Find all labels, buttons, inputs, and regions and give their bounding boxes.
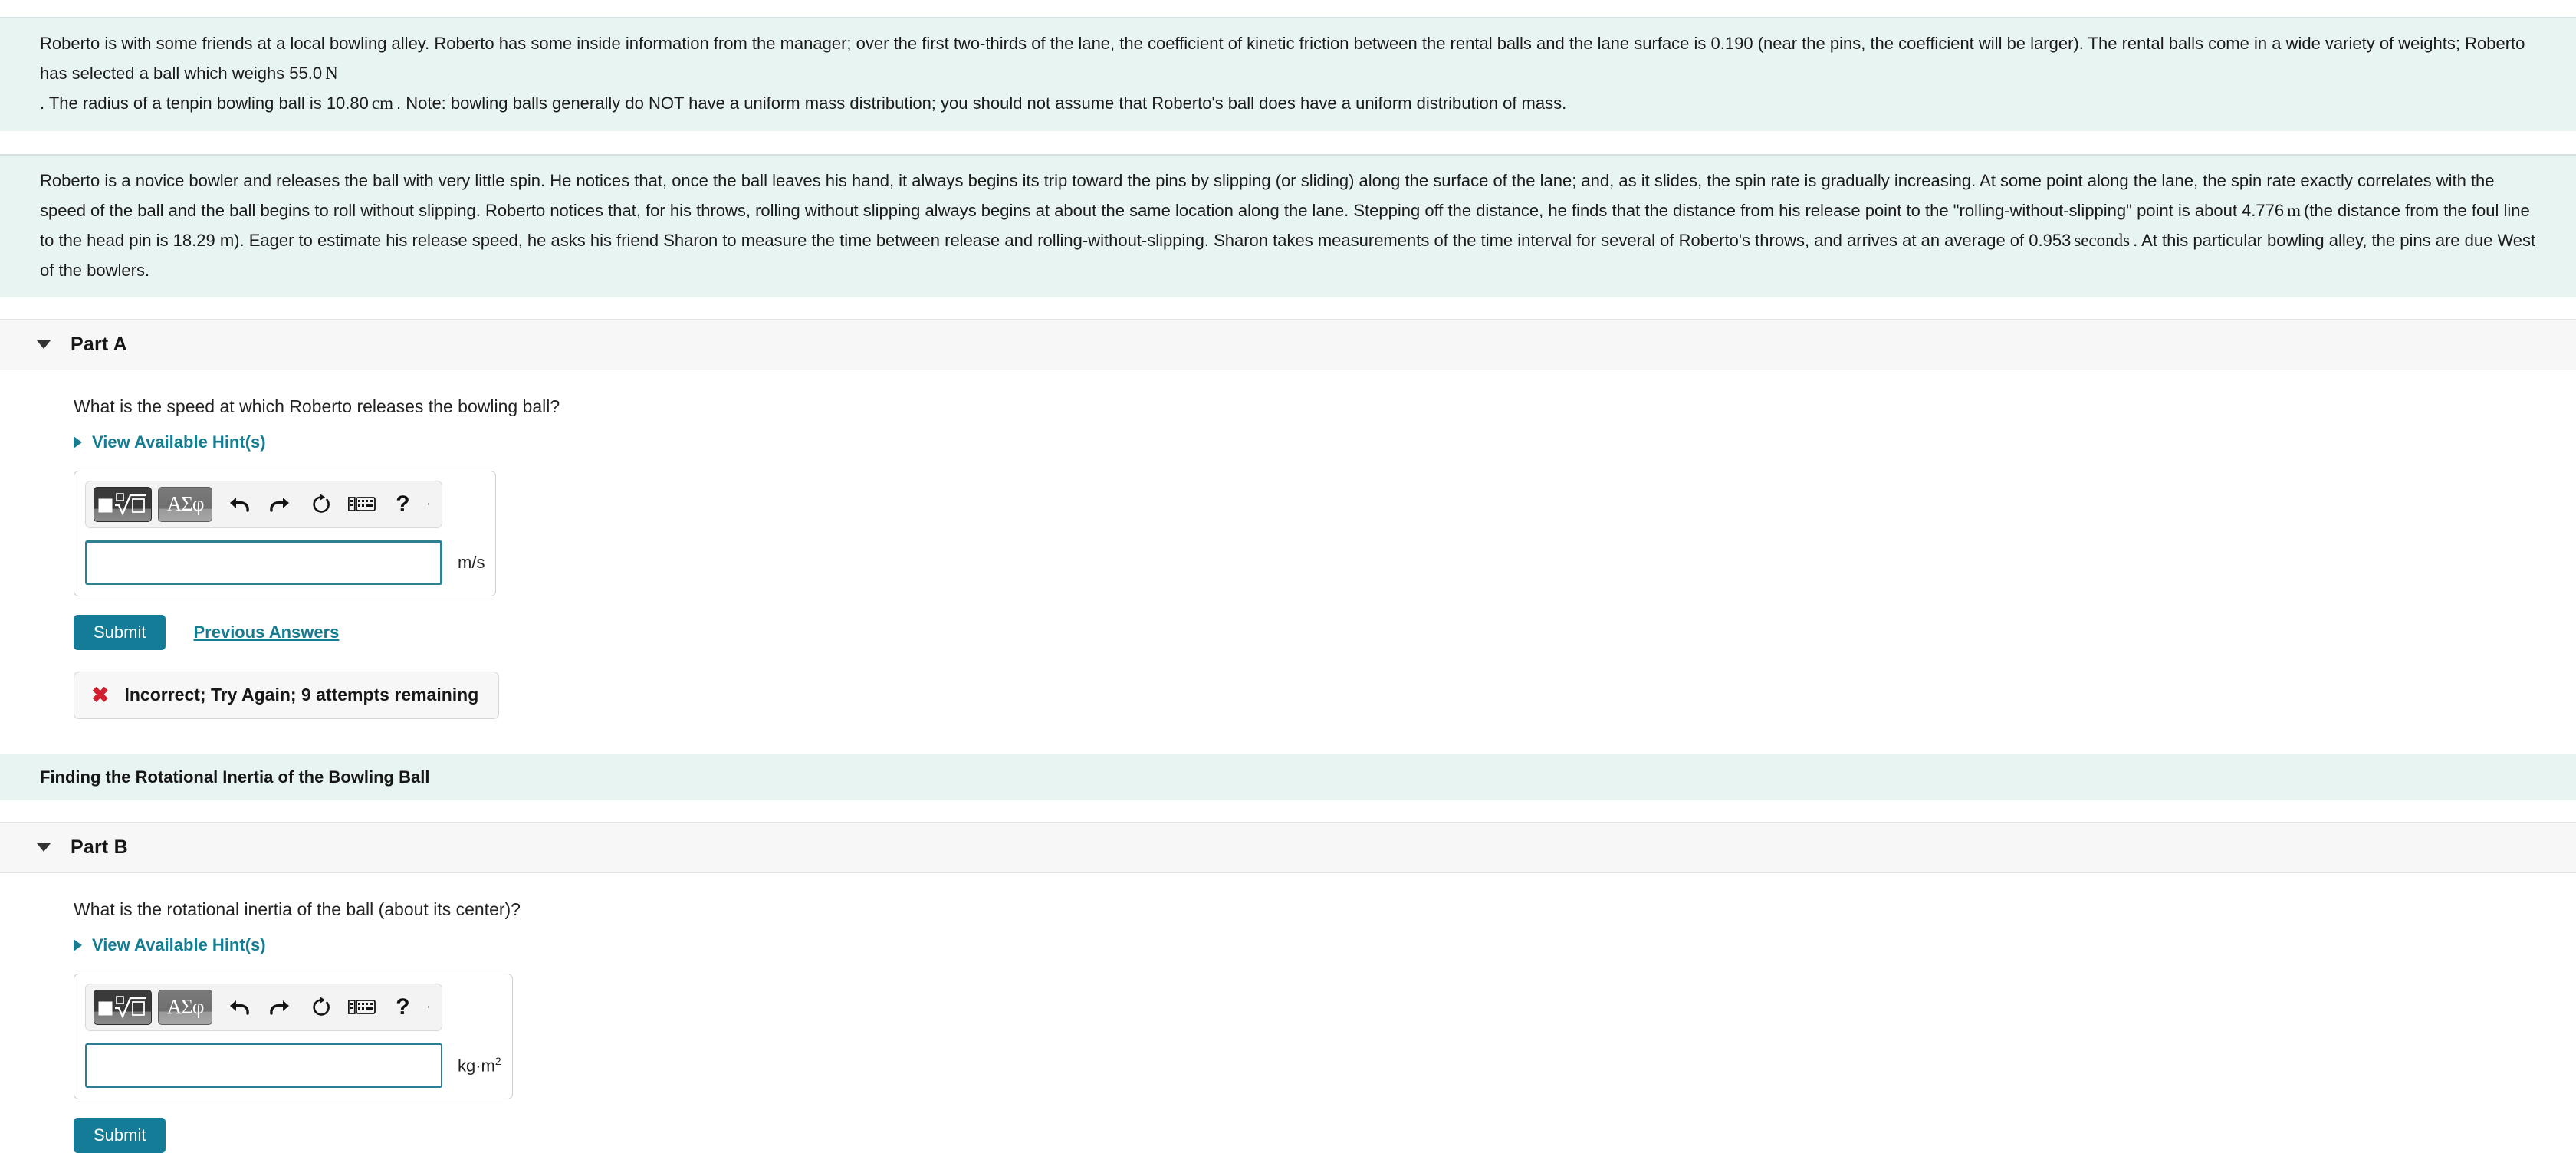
part-b-title: Part B	[71, 836, 128, 858]
undo-arrow-icon[interactable]	[219, 989, 259, 1026]
template-sqrt-icon[interactable]	[94, 989, 152, 1025]
weight-unit-newton: N	[325, 63, 338, 83]
keyboard-icon[interactable]	[341, 486, 382, 523]
greek-letters-label: ΑΣφ	[166, 995, 205, 1019]
part-a-feedback-text: Incorrect; Try Again; 9 attempts remaini…	[124, 685, 479, 705]
undo-arrow-icon[interactable]	[219, 486, 259, 523]
radius-unit-cm: cm	[371, 94, 393, 113]
toolbar-more-icon[interactable]: ·	[423, 495, 434, 513]
greek-letters-button[interactable]: ΑΣφ	[158, 486, 213, 522]
reset-circular-arrow-icon[interactable]	[301, 486, 341, 523]
part-b-question: What is the rotational inertia of the ba…	[74, 898, 521, 919]
chevron-right-icon[interactable]	[74, 435, 82, 448]
part-a-unit-label: m/s	[458, 552, 485, 572]
part-b-header[interactable]: Part B	[0, 821, 2576, 873]
template-sqrt-icon[interactable]	[94, 486, 152, 522]
distance-unit-m: m	[2287, 200, 2301, 220]
problem-paragraph-1-text-a: Roberto is with some friends at a local …	[40, 34, 2525, 83]
problem-paragraph-2-text-a: Roberto is a novice bowler and releases …	[40, 170, 2495, 220]
reset-circular-arrow-icon[interactable]	[301, 989, 341, 1026]
problem-paragraph-1-text-c: . Note: bowling balls generally do NOT h…	[396, 94, 1567, 113]
part-b-hints-link[interactable]: View Available Hint(s)	[92, 935, 266, 955]
chevron-down-icon[interactable]	[37, 843, 51, 852]
section-banner-rotational-inertia: Finding the Rotational Inertia of the Bo…	[0, 754, 2576, 800]
part-a-hints-row[interactable]: View Available Hint(s)	[74, 432, 2576, 452]
part-a-math-toolbar: ΑΣφ ? ·	[85, 480, 442, 528]
part-b-submit-button[interactable]: Submit	[74, 1117, 166, 1153]
part-a-input-row: m/s	[85, 540, 485, 585]
greek-letters-label: ΑΣφ	[166, 492, 205, 516]
part-a-title: Part A	[71, 333, 127, 355]
redo-arrow-icon[interactable]	[260, 989, 301, 1026]
time-unit-seconds: seconds	[2074, 231, 2131, 251]
part-b-answer-box: ΑΣφ ? · kg·m2	[74, 973, 513, 1099]
part-b-unit-label: kg·m2	[458, 1055, 501, 1076]
part-b-math-toolbar: ΑΣφ ? ·	[85, 983, 442, 1031]
part-b-button-row: Submit	[74, 1117, 2576, 1153]
part-a-hints-link[interactable]: View Available Hint(s)	[92, 432, 266, 452]
part-b-hints-row[interactable]: View Available Hint(s)	[74, 935, 2576, 955]
problem-statement-1: Roberto is with some friends at a local …	[0, 17, 2576, 131]
x-mark-icon: ✖	[91, 682, 110, 707]
part-a-question: What is the speed at which Roberto relea…	[74, 396, 560, 416]
part-a-header[interactable]: Part A	[0, 318, 2576, 370]
help-question-mark-icon[interactable]: ?	[383, 989, 423, 1026]
keyboard-icon[interactable]	[341, 989, 382, 1026]
toolbar-more-icon[interactable]: ·	[423, 998, 434, 1016]
part-a-submit-button[interactable]: Submit	[74, 614, 166, 650]
part-a-answer-box: ΑΣφ ? · m/s	[74, 470, 497, 596]
problem-paragraph-1-text-b: . The radius of a tenpin bowling ball is…	[40, 94, 369, 113]
part-b-unit-base: kg·m	[458, 1056, 495, 1076]
part-a-previous-answers-link[interactable]: Previous Answers	[193, 622, 339, 642]
part-b-input-row: kg·m2	[85, 1043, 501, 1088]
redo-arrow-icon[interactable]	[260, 486, 301, 523]
part-a-answer-input[interactable]	[85, 540, 442, 585]
chevron-right-icon[interactable]	[74, 938, 82, 951]
chevron-down-icon[interactable]	[37, 340, 51, 349]
part-b-answer-input[interactable]	[85, 1043, 442, 1088]
problem-statement-2: Roberto is a novice bowler and releases …	[0, 153, 2576, 297]
greek-letters-button[interactable]: ΑΣφ	[158, 989, 213, 1025]
part-a-feedback-banner: ✖ Incorrect; Try Again; 9 attempts remai…	[74, 671, 500, 719]
part-a-body: What is the speed at which Roberto relea…	[0, 396, 2576, 719]
part-b-body: What is the rotational inertia of the ba…	[0, 899, 2576, 1153]
part-a-button-row: Submit Previous Answers	[74, 614, 2576, 650]
help-question-mark-icon[interactable]: ?	[383, 486, 423, 523]
